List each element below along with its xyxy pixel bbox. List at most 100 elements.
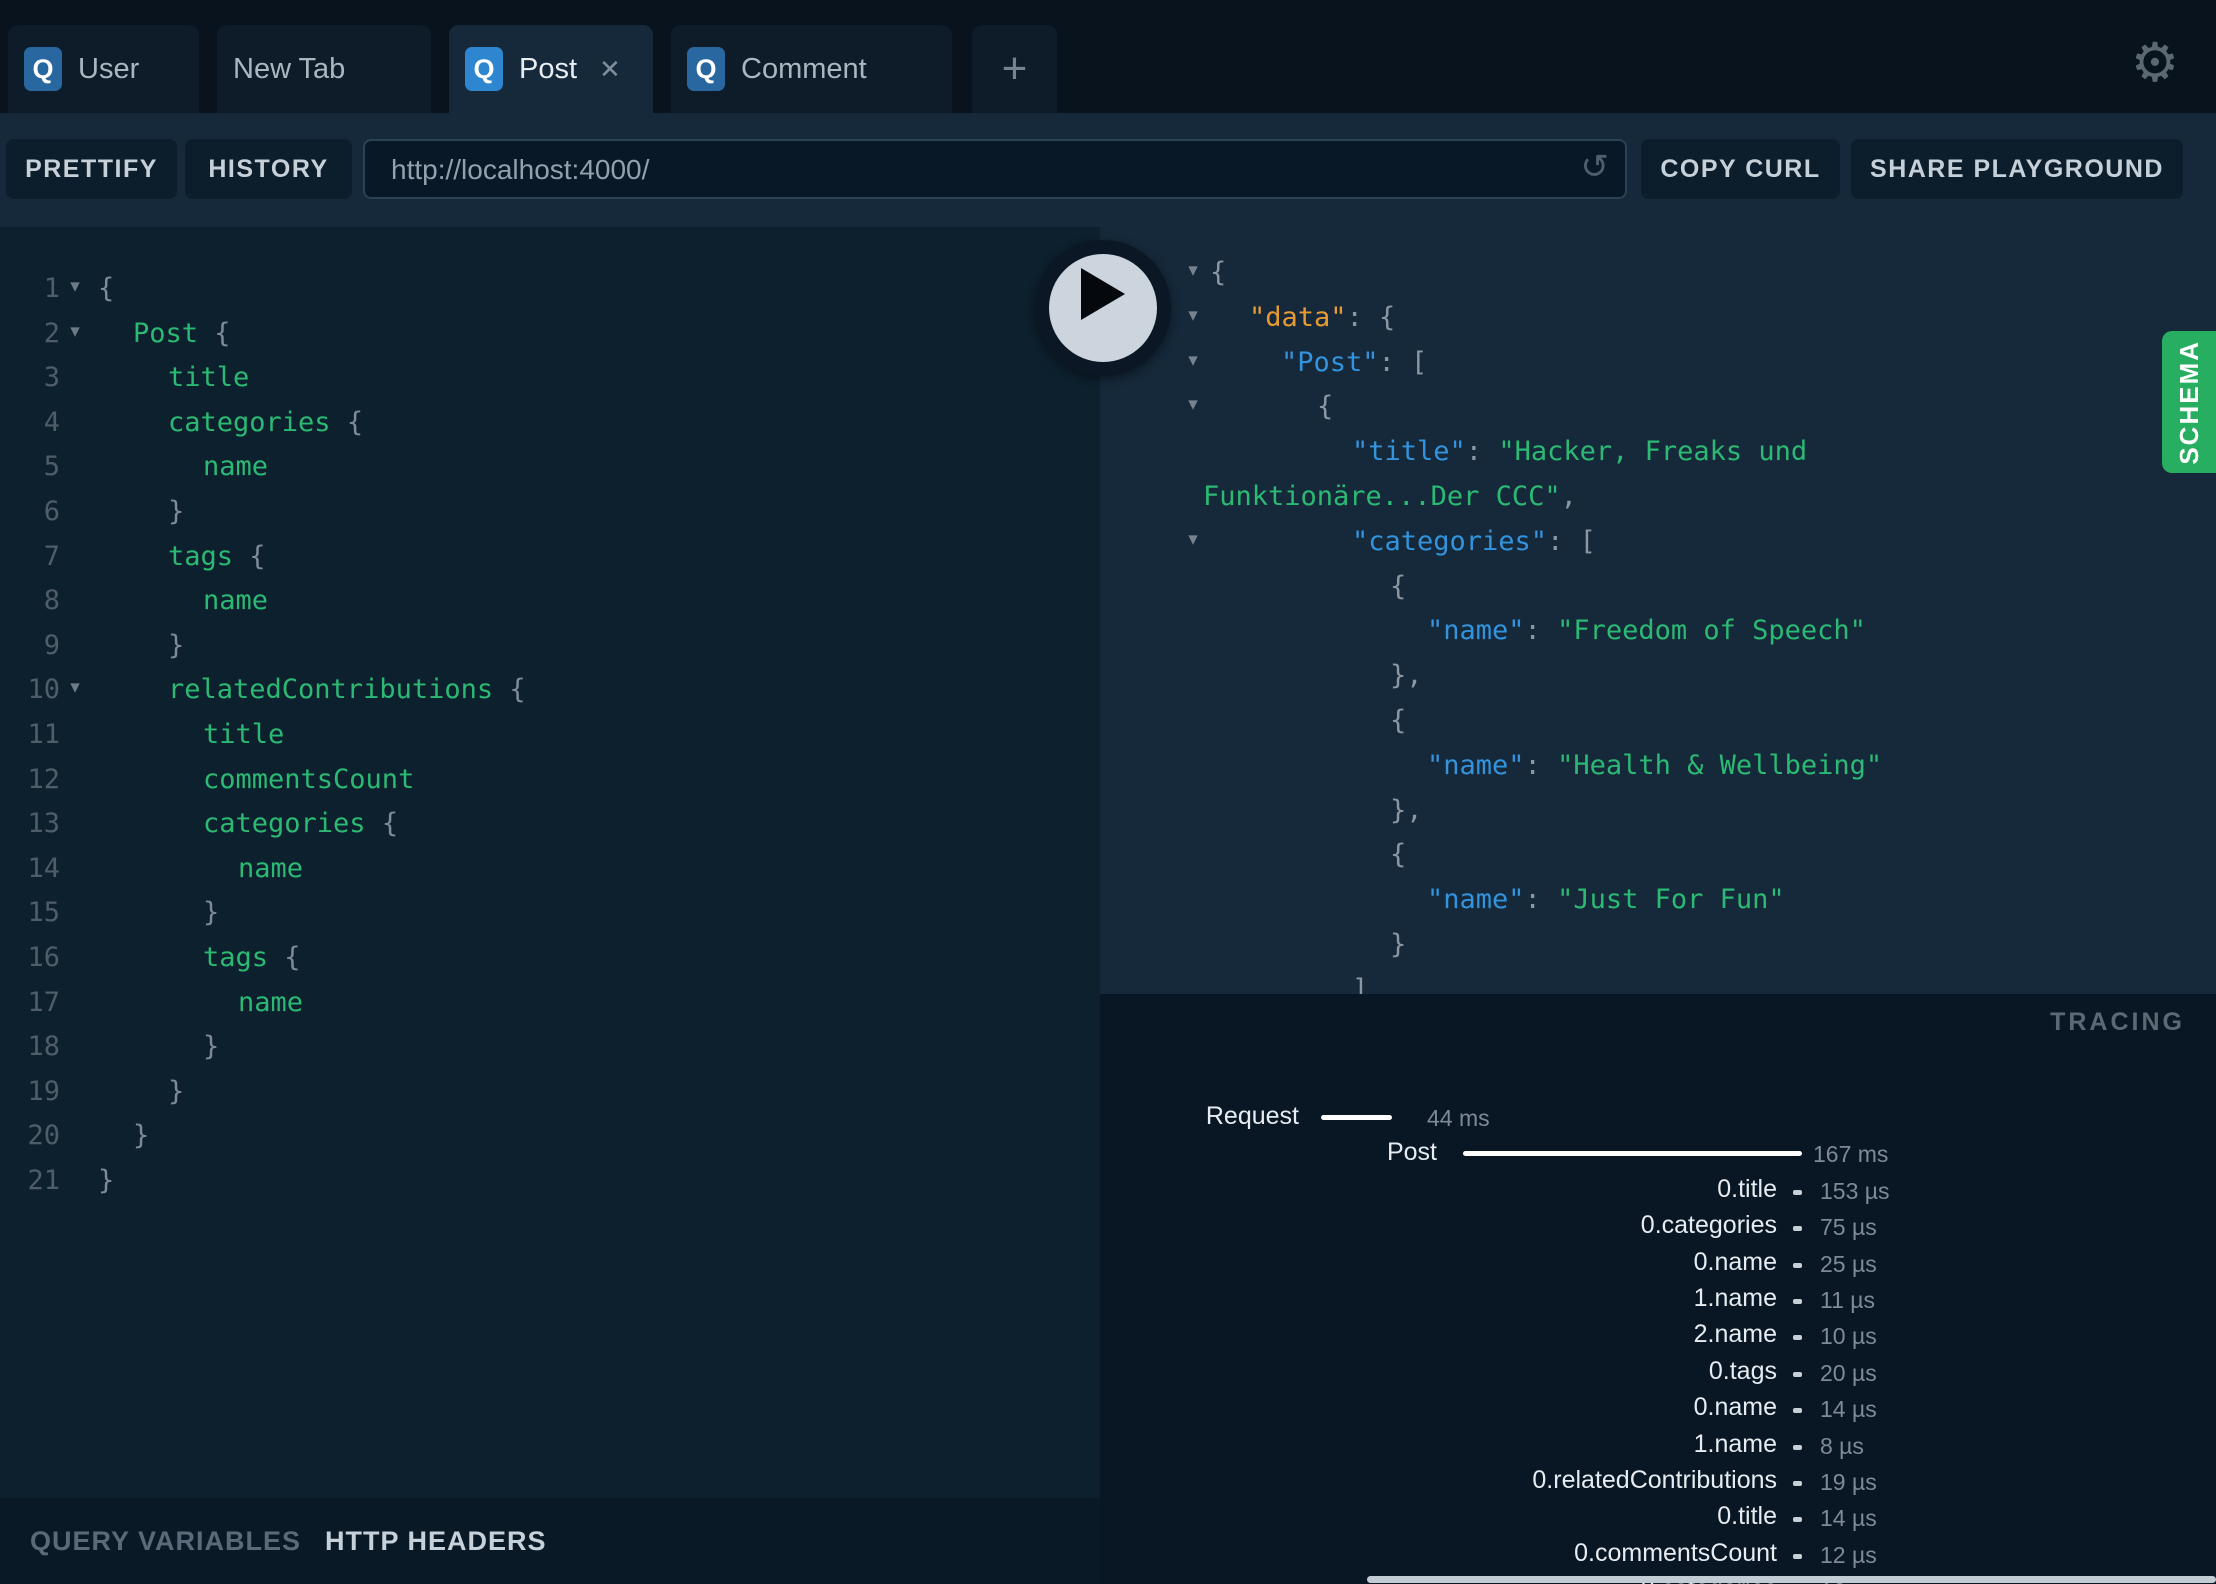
query-line[interactable]: 13 categories { [0,802,1100,847]
history-button[interactable]: HISTORY [185,139,352,199]
collapse-arrow-icon[interactable]: ▾ [1178,383,1208,428]
query-line[interactable]: 9} [0,624,1100,669]
query-line[interactable]: 2 ▾ Post { [0,312,1100,357]
query-line[interactable]: 12 commentsCount [0,758,1100,803]
tracing-row-request: Request 44 ms [1205,1102,1490,1131]
query-line[interactable]: 19} [0,1070,1100,1115]
graphql-playground-window: Q User New Tab Q Post ✕ Q Comment + ⚙ PR… [0,0,2216,1584]
line-number: 12 [27,763,60,795]
collapse-arrow-icon[interactable]: ▾ [1178,518,1208,563]
line-number: 16 [27,941,60,973]
line-number: 14 [27,852,60,884]
tab-user[interactable]: Q User [8,25,199,113]
collapse-arrow-icon[interactable]: ▾ [1178,339,1208,384]
line-number: 7 [43,540,60,572]
duration-dash [1793,1226,1802,1232]
new-tab-button[interactable]: + [972,25,1057,113]
line-number: 1 [43,273,60,304]
play-icon [1081,268,1125,320]
collapse-arrow-icon[interactable]: ▾ [1178,294,1208,339]
response-line: { [1390,570,1407,602]
settings-gear-icon[interactable]: ⚙ [2126,34,2184,92]
toolbar: PRETTIFY HISTORY ↺ COPY CURL SHARE PLAYG… [0,113,2216,227]
schema-tab-label: SCHEMA [2173,339,2204,465]
line-number: 5 [43,451,60,483]
line-number: 21 [27,1164,60,1196]
prettify-button[interactable]: PRETTIFY [6,139,177,199]
response-line: "title": "Hacker, Freaks und [1352,436,1808,468]
horizontal-scrollbar[interactable] [1367,1576,2216,1583]
response-line: ▾{ [1100,251,2216,296]
fold-arrow-icon[interactable]: ▾ [60,666,90,711]
query-line[interactable]: 16 tags { [0,936,1100,981]
response-line: ] [1352,973,1369,994]
tab-new-tab[interactable]: New Tab [217,25,431,113]
query-line[interactable]: 7 tags { [0,535,1100,580]
tab-post-active[interactable]: Q Post ✕ [449,25,653,113]
tracing-rows: Request 44 ms Post 167 ms 0.title 153 µs … [1100,1100,2216,1584]
reload-schema-icon[interactable]: ↺ [1581,147,1610,187]
collapse-arrow-icon[interactable]: ▾ [1178,249,1208,294]
execute-query-button[interactable] [1035,240,1171,376]
tracing-row: 0.title 153 µs [1717,1174,1890,1204]
query-line[interactable]: 3 title [0,356,1100,401]
tab-comment[interactable]: Q Comment [671,25,952,113]
tab-label: New Tab [233,52,346,85]
response-line: }, [1390,794,1423,826]
query-line[interactable]: 17 name [0,981,1100,1026]
tracing-row: 0.tags 20 µs [1708,1356,1877,1386]
endpoint-url-input[interactable] [389,141,1543,199]
query-line[interactable]: 5 name [0,445,1100,490]
query-line[interactable]: 6} [0,490,1100,535]
tracing-row: 0.relatedContributions 19 µs [1532,1465,1877,1495]
tracing-row: 0.title 14 µs [1717,1502,1877,1532]
tracing-row: 0.name 25 µs [1693,1247,1877,1277]
variables-footer-bar: QUERY VARIABLES HTTP HEADERS [0,1498,1100,1584]
share-playground-button[interactable]: SHARE PLAYGROUND [1851,139,2183,199]
query-line[interactable]: 20} [0,1114,1100,1159]
query-variables-toggle[interactable]: QUERY VARIABLES [30,1498,301,1584]
line-number: 17 [27,986,60,1018]
response-line: ▾{ [1100,385,2216,430]
response-json: ▾{ ▾ "data": { ▾ "Post": [ ▾{ "title": "Ha… [1100,251,2216,994]
query-line[interactable]: 8 name [0,579,1100,624]
duration-dash [1793,1189,1802,1195]
response-line: { [1390,704,1407,736]
http-headers-toggle[interactable]: HTTP HEADERS [325,1498,547,1584]
plus-icon: + [1001,44,1028,93]
duration-dash [1793,1553,1802,1559]
query-line[interactable]: 4 categories { [0,401,1100,446]
fold-arrow-icon[interactable]: ▾ [60,265,90,310]
query-badge-icon: Q [24,47,62,91]
tracing-row-resolver: Post 167 ms [1386,1138,1889,1168]
query-line[interactable]: 1 ▾{ [0,267,1100,312]
line-number: 8 [43,585,60,617]
duration-bar [1321,1115,1392,1120]
duration-dash [1793,1371,1802,1377]
line-number: 4 [43,406,60,438]
response-line: "name": "Health & Wellbeing" [1427,749,1883,781]
query-line[interactable]: 11 title [0,713,1100,758]
fold-arrow-icon[interactable]: ▾ [60,310,90,355]
query-line[interactable]: 10 ▾ relatedContributions { [0,668,1100,713]
query-editor-pane[interactable]: 1 ▾{ 2 ▾ Post { 3 title 4 categories { 5 name … [0,227,1100,1498]
schema-side-tab[interactable]: SCHEMA [2162,331,2216,473]
query-line[interactable]: 18} [0,1025,1100,1070]
tracing-row: 0.commentsCount 12 µs [1574,1538,1877,1568]
query-line[interactable]: 21} [0,1159,1100,1204]
tracing-row: 2.name 10 µs [1693,1320,1877,1350]
line-number: 2 [43,317,60,349]
duration-dash [1793,1480,1802,1486]
response-line: } [1390,928,1407,960]
duration-dash [1793,1298,1802,1304]
line-number: 18 [27,1031,60,1063]
query-line[interactable]: 14 name [0,847,1100,892]
query-badge-icon: Q [465,47,503,91]
response-line: ▾ "data": { [1100,296,2216,341]
close-tab-icon[interactable]: ✕ [599,56,621,82]
copy-curl-button[interactable]: COPY CURL [1641,139,1840,199]
query-badge-icon: Q [687,47,725,91]
line-number: 9 [43,629,60,661]
response-line: ▾ "categories": [ [1100,520,2216,565]
query-line[interactable]: 15} [0,891,1100,936]
